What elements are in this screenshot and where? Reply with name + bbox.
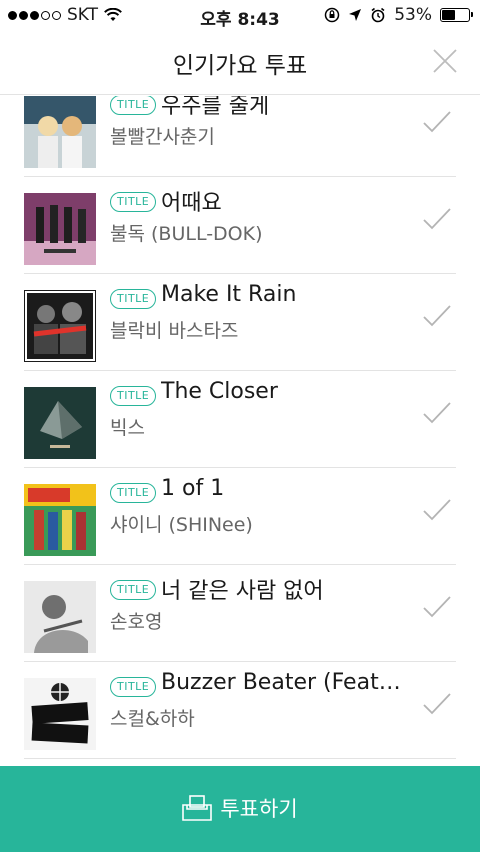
title-badge: TITLE — [110, 580, 157, 600]
title-badge: TITLE — [110, 192, 157, 212]
song-artist: 볼빨간사춘기 — [110, 126, 215, 148]
album-art — [24, 387, 96, 459]
song-artist: 블락비 바스타즈 — [110, 320, 239, 342]
album-art — [24, 290, 96, 362]
ballot-box-icon — [182, 795, 213, 821]
song-row[interactable]: TITLE Make It Rain 블락비 바스타즈 — [24, 274, 456, 371]
check-icon[interactable] — [422, 595, 452, 619]
song-artist: 스컬&하하 — [110, 708, 195, 730]
check-icon[interactable] — [422, 498, 452, 522]
album-art — [24, 193, 96, 265]
song-artist: 손호영 — [110, 611, 163, 633]
rotation-lock-icon — [324, 7, 340, 23]
song-artist: 불독 (BULL-DOK) — [110, 223, 263, 245]
vote-button[interactable]: 투표하기 — [0, 766, 480, 852]
album-art — [24, 581, 96, 653]
album-art — [24, 484, 96, 556]
song-title: 어때요 — [161, 191, 222, 216]
title-badge: TITLE — [110, 386, 157, 406]
location-arrow-icon — [349, 9, 362, 21]
song-list[interactable]: TITLE 우주를 줄게 볼빨간사춘기 TITLE 어때요 불독 (BULL-D… — [24, 96, 456, 764]
page-title: 인기가요 투표 — [172, 53, 308, 79]
song-artist: 샤이니 (SHINee) — [110, 514, 253, 536]
song-title: 1 of 1 — [161, 476, 225, 501]
title-badge: TITLE — [110, 483, 157, 503]
song-title: The Closer — [161, 379, 278, 404]
title-badge: TITLE — [110, 96, 157, 115]
close-icon[interactable] — [432, 48, 458, 74]
song-artist: 빅스 — [110, 417, 145, 439]
song-row[interactable]: TITLE The Closer 빅스 — [24, 371, 456, 468]
album-art — [24, 96, 96, 168]
header: 인기가요 투표 — [0, 32, 480, 95]
vote-button-label: 투표하기 — [220, 797, 298, 821]
song-title: 우주를 줄게 — [161, 96, 270, 119]
check-icon[interactable] — [422, 304, 452, 328]
song-title: 너 같은 사람 없어 — [161, 579, 324, 604]
status-right: 53% — [324, 5, 473, 25]
battery-percent: 53% — [394, 5, 432, 25]
album-art — [24, 678, 96, 750]
song-row[interactable]: TITLE 너 같은 사람 없어 손호영 — [24, 565, 456, 662]
song-row[interactable]: TITLE 우주를 줄게 볼빨간사춘기 — [24, 96, 456, 177]
song-row[interactable]: TITLE 1 of 1 샤이니 (SHINee) — [24, 468, 456, 565]
check-icon[interactable] — [422, 692, 452, 716]
vote-button-content: 투표하기 — [0, 793, 480, 823]
song-title: Buzzer Beater (Feat.... — [161, 670, 401, 695]
check-icon[interactable] — [422, 207, 452, 231]
title-badge: TITLE — [110, 677, 157, 697]
battery-icon — [440, 8, 473, 22]
alarm-icon — [371, 7, 385, 23]
song-row[interactable]: TITLE 어때요 불독 (BULL-DOK) — [24, 177, 456, 274]
song-title: Make It Rain — [161, 282, 297, 307]
check-icon[interactable] — [422, 401, 452, 425]
status-bar: SKT 오후 8:43 53% — [0, 0, 480, 32]
check-icon[interactable] — [422, 110, 452, 134]
song-row[interactable]: TITLE Buzzer Beater (Feat.... 스컬&하하 — [24, 662, 456, 759]
title-badge: TITLE — [110, 289, 157, 309]
